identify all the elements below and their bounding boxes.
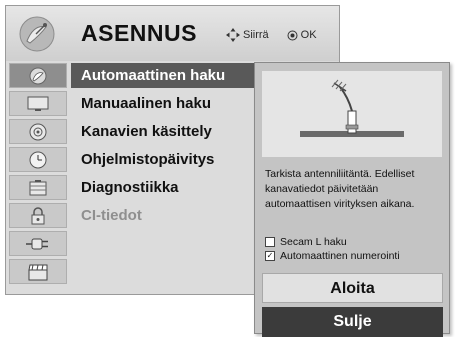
options-grid-icon bbox=[29, 179, 47, 195]
plug-icon bbox=[26, 238, 48, 249]
secam-l-option[interactable]: Secam L haku bbox=[265, 235, 400, 249]
sidebar-item-setup[interactable] bbox=[9, 63, 67, 88]
hint-move-label: Siirrä bbox=[243, 29, 269, 41]
dialog-options: Secam L haku ✓ Automaattinen numerointi bbox=[265, 235, 400, 263]
page-title: ASENNUS bbox=[81, 20, 197, 46]
auto-tuning-dialog: Tarkista antenniliitäntä. Edelliset kana… bbox=[254, 62, 450, 337]
speaker-icon bbox=[29, 123, 47, 140]
ok-button-icon bbox=[287, 30, 298, 40]
clock-icon bbox=[29, 151, 47, 168]
secam-l-label: Secam L haku bbox=[280, 236, 347, 248]
sidebar-item-input[interactable] bbox=[9, 231, 67, 256]
padlock-icon bbox=[31, 206, 45, 224]
satellite-dish-logo-icon bbox=[19, 16, 55, 52]
auto-numbering-checkbox[interactable]: ✓ bbox=[265, 251, 275, 261]
sidebar-item-time[interactable] bbox=[9, 147, 67, 172]
sidebar-item-media[interactable] bbox=[9, 259, 67, 284]
menu-header: ASENNUS Siirrä OK bbox=[6, 6, 339, 61]
sidebar-item-lock[interactable] bbox=[9, 203, 67, 228]
tv-screen-icon bbox=[27, 96, 49, 111]
sidebar-item-audio[interactable] bbox=[9, 119, 67, 144]
auto-numbering-label: Automaattinen numerointi bbox=[280, 250, 400, 262]
dialog-description: Tarkista antenniliitäntä. Edelliset kana… bbox=[265, 168, 415, 210]
secam-l-checkbox[interactable] bbox=[265, 237, 275, 247]
antenna-connection-illustration bbox=[262, 71, 442, 157]
auto-numbering-option[interactable]: ✓ Automaattinen numerointi bbox=[265, 249, 400, 263]
clapper-icon bbox=[28, 264, 48, 280]
navigation-hint: Siirrä OK bbox=[226, 28, 317, 42]
sidebar-item-options[interactable] bbox=[9, 175, 67, 200]
satellite-dish-icon bbox=[29, 67, 47, 84]
close-button[interactable]: Sulje bbox=[262, 307, 443, 337]
hint-ok-label: OK bbox=[300, 29, 317, 41]
navigate-arrows-icon bbox=[226, 28, 240, 42]
start-button[interactable]: Aloita bbox=[262, 273, 443, 303]
sidebar-item-picture[interactable] bbox=[9, 91, 67, 116]
category-sidebar bbox=[9, 63, 67, 291]
